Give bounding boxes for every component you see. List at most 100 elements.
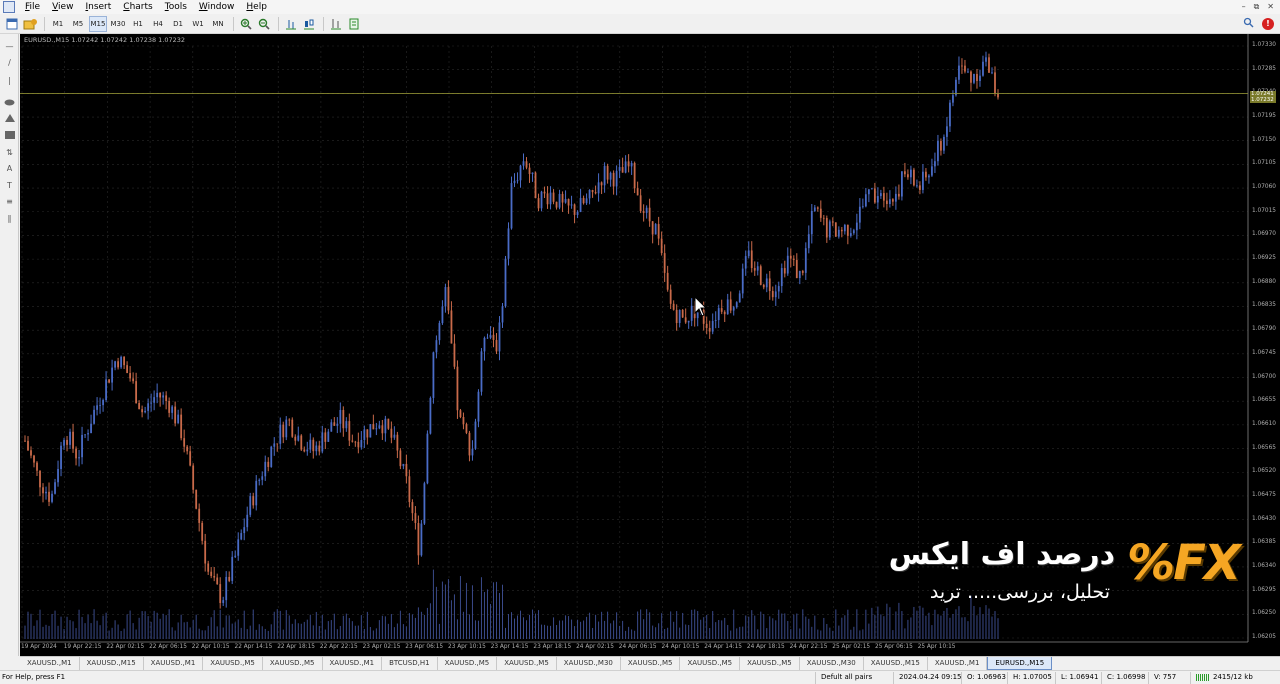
menu-window[interactable]: Window bbox=[193, 0, 241, 14]
menu-charts[interactable]: Charts bbox=[117, 0, 158, 14]
chart-tab[interactable]: XAUUSD.,M1 bbox=[928, 657, 988, 670]
candle-body bbox=[813, 207, 816, 211]
candle-body bbox=[651, 221, 654, 235]
bar-chart-icon[interactable] bbox=[283, 16, 299, 32]
chart-tab[interactable]: BTCUSD,H1 bbox=[382, 657, 438, 670]
candle-body bbox=[648, 207, 651, 222]
candle-body bbox=[507, 228, 510, 259]
candle-body bbox=[765, 278, 768, 288]
candle-body bbox=[144, 410, 147, 413]
text-label-icon[interactable]: T bbox=[3, 179, 16, 191]
candle-body bbox=[210, 571, 213, 576]
chart-tab[interactable]: XAUUSD.,M30 bbox=[800, 657, 864, 670]
chart-tab[interactable]: XAUUSD.,M5 bbox=[680, 657, 741, 670]
candle-body bbox=[540, 191, 543, 209]
candles-icon[interactable] bbox=[301, 16, 317, 32]
menu-insert[interactable]: Insert bbox=[79, 0, 117, 14]
candle-body bbox=[117, 361, 119, 368]
timeframe-m15[interactable]: M15 bbox=[89, 15, 107, 32]
ellipse-icon[interactable] bbox=[3, 96, 16, 108]
zoom-in-icon[interactable] bbox=[238, 16, 254, 32]
candle-body bbox=[714, 320, 717, 321]
candle-body bbox=[378, 425, 381, 429]
restore-icon[interactable]: ⧉ bbox=[1254, 2, 1260, 12]
notification-icon[interactable]: ! bbox=[1262, 17, 1274, 30]
toolbar-separator bbox=[44, 16, 45, 31]
menu-tools[interactable]: Tools bbox=[159, 0, 193, 14]
candle-body bbox=[531, 172, 534, 174]
timeframe-w1[interactable]: W1 bbox=[189, 16, 207, 32]
candle-body bbox=[949, 102, 951, 127]
fibonacci-icon[interactable]: ≡ bbox=[3, 195, 16, 207]
chart-tab[interactable]: EURUSD.,M15 bbox=[987, 657, 1053, 670]
candle-body bbox=[771, 291, 774, 298]
menu-file[interactable]: File bbox=[19, 0, 46, 14]
candle-body bbox=[279, 424, 282, 444]
arrows-icon[interactable]: ⇅ bbox=[3, 146, 16, 158]
search-icon[interactable] bbox=[1243, 17, 1254, 31]
trendline-icon[interactable]: ∕ bbox=[3, 56, 16, 68]
candle-body bbox=[570, 204, 573, 206]
timeframe-d1[interactable]: D1 bbox=[169, 16, 187, 32]
candle-body bbox=[465, 424, 468, 433]
open-profile-icon[interactable] bbox=[22, 16, 38, 32]
candle-body bbox=[672, 303, 675, 310]
candle-body bbox=[627, 161, 630, 167]
chart-tab[interactable]: XAUUSD.,M1 bbox=[323, 657, 383, 670]
candle-body bbox=[900, 171, 903, 197]
time-tick-label: 23 Apr 06:15 bbox=[405, 644, 444, 650]
status-separator bbox=[1190, 672, 1191, 684]
chart-tab[interactable]: XAUUSD.,M5 bbox=[203, 657, 263, 670]
timeframe-h1[interactable]: H1 bbox=[129, 16, 147, 32]
candle-body bbox=[300, 435, 303, 450]
status-high: H: 1.07005 bbox=[1013, 673, 1052, 681]
close-icon[interactable]: ✕ bbox=[1267, 2, 1274, 12]
indicators-icon[interactable] bbox=[328, 16, 344, 32]
chart-tab[interactable]: XAUUSD.,M1 bbox=[20, 657, 80, 670]
candle-body bbox=[891, 199, 894, 202]
candle-body bbox=[750, 250, 753, 269]
channel-icon[interactable]: ∥ bbox=[3, 212, 16, 224]
menu-view[interactable]: View bbox=[46, 0, 79, 14]
minimize-icon[interactable]: – bbox=[1242, 2, 1246, 12]
time-tick-label: 19 Apr 2024 bbox=[21, 644, 57, 650]
timeframe-h4[interactable]: H4 bbox=[149, 16, 167, 32]
menu-help[interactable]: Help bbox=[240, 0, 273, 14]
chart-tab[interactable]: XAUUSD.,M5 bbox=[621, 657, 681, 670]
candle-body bbox=[441, 306, 444, 324]
zoom-out-icon[interactable] bbox=[256, 16, 272, 32]
vertical-line-icon[interactable]: | bbox=[3, 74, 16, 86]
timeframe-m5[interactable]: M5 bbox=[69, 16, 87, 32]
candle-body bbox=[582, 197, 585, 204]
candle-body bbox=[546, 193, 549, 205]
chart-tab[interactable]: XAUUSD.,M15 bbox=[80, 657, 144, 670]
crosshair-icon[interactable]: — bbox=[3, 40, 16, 52]
candle-body bbox=[249, 496, 252, 515]
price-chart[interactable]: EURUSD.,M15 1.07242 1.07242 1.07238 1.07… bbox=[20, 34, 1280, 656]
price-tick-label: 1.07015 bbox=[1252, 207, 1276, 214]
text-icon[interactable]: A bbox=[3, 162, 16, 174]
timeframe-mn[interactable]: MN bbox=[209, 16, 227, 32]
timeframe-m1[interactable]: M1 bbox=[49, 16, 67, 32]
chart-tab[interactable]: XAUUSD.,M5 bbox=[263, 657, 323, 670]
timeframe-m30[interactable]: M30 bbox=[109, 16, 127, 32]
chart-tab[interactable]: XAUUSD.,M5 bbox=[438, 657, 498, 670]
candle-body bbox=[522, 161, 525, 166]
price-tick-label: 1.07285 bbox=[1252, 65, 1276, 72]
chart-tab[interactable]: XAUUSD.,M5 bbox=[497, 657, 557, 670]
candle-body bbox=[858, 206, 861, 223]
status-profile[interactable]: Defult all pairs bbox=[821, 673, 872, 681]
chart-tab[interactable]: XAUUSD.,M1 bbox=[144, 657, 204, 670]
candle-body bbox=[234, 555, 237, 557]
rectangle-icon[interactable] bbox=[3, 129, 16, 141]
triangle-icon[interactable] bbox=[3, 112, 16, 124]
chart-tab[interactable]: XAUUSD.,M30 bbox=[557, 657, 621, 670]
candle-body bbox=[495, 339, 498, 352]
new-chart-icon[interactable] bbox=[4, 16, 20, 32]
candle-body bbox=[894, 193, 897, 202]
chart-tab[interactable]: XAUUSD.,M15 bbox=[864, 657, 928, 670]
templates-icon[interactable] bbox=[346, 16, 362, 32]
chart-tab[interactable]: XAUUSD.,M5 bbox=[740, 657, 800, 670]
candle-body bbox=[834, 222, 837, 237]
time-tick-label: 22 Apr 02:15 bbox=[106, 644, 145, 650]
